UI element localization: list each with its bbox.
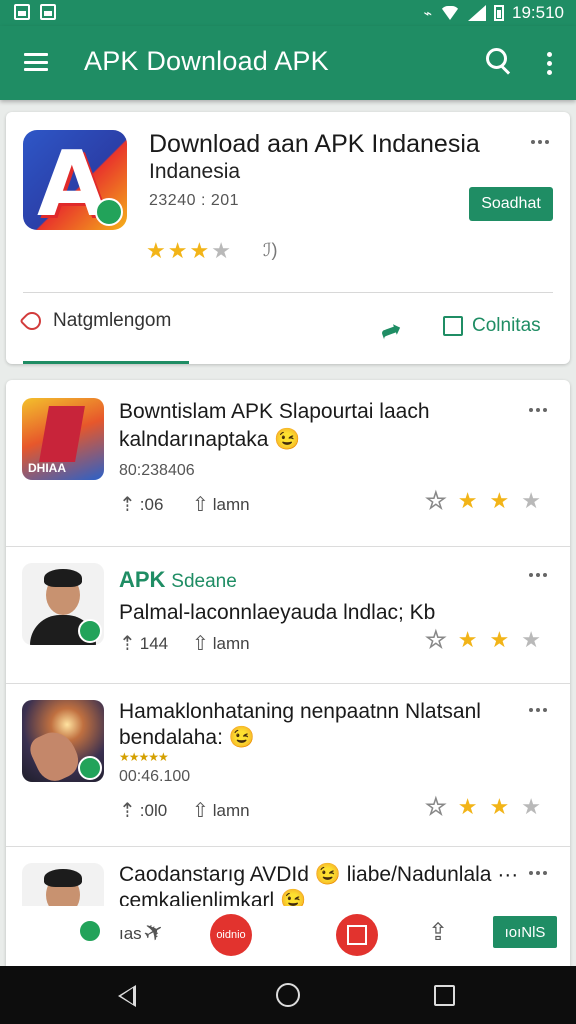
featured-app-icon[interactable]: A bbox=[23, 130, 127, 230]
verified-badge-icon bbox=[95, 198, 123, 226]
tab-indicator bbox=[23, 361, 189, 364]
list-item[interactable]: Hamaklonhataning nenpaatnn Nlatsanl bend… bbox=[6, 684, 570, 846]
download-icon: ⇡ bbox=[119, 633, 136, 655]
star-icon: ★ bbox=[489, 488, 510, 513]
nav-back-icon[interactable] bbox=[118, 985, 136, 1007]
list-item-rating[interactable]: ★ ★ ★ ★ bbox=[425, 488, 541, 513]
list-item-title[interactable]: Hamaklonhataning nenpaatnn Nlatsanl bbox=[119, 700, 481, 724]
red-action-button[interactable]: oidnio bbox=[210, 914, 252, 956]
list-item-subtitle: Palmal-laconnlaeyauda lndlac; Kb bbox=[119, 601, 436, 624]
download-icon: ⇡ bbox=[119, 494, 136, 516]
star-icon: ★ bbox=[457, 794, 478, 819]
verified-badge-icon bbox=[78, 756, 102, 780]
battery-icon bbox=[494, 5, 504, 21]
share-count[interactable]: ⇧ lamn bbox=[192, 492, 250, 517]
wifi-icon bbox=[440, 6, 460, 20]
more-horiz-icon[interactable] bbox=[529, 871, 547, 875]
share-count[interactable]: ⇧ lamn bbox=[192, 798, 250, 823]
download-count: ⇡ :0l0 bbox=[119, 800, 168, 822]
list-item-rating[interactable]: ★ ★ ★ ★ bbox=[425, 627, 541, 652]
star-icon: ★ bbox=[521, 627, 541, 652]
search-icon[interactable] bbox=[486, 48, 512, 75]
featured-rating: ★ ★ ★ ★ bbox=[146, 240, 231, 262]
verified-badge-icon bbox=[78, 919, 102, 943]
gallery-notification-icon bbox=[14, 4, 30, 20]
menu-icon[interactable] bbox=[24, 53, 48, 71]
star-outline-icon[interactable]: ★ bbox=[425, 628, 446, 652]
tab-contents[interactable]: Colnitas bbox=[443, 315, 541, 337]
star-outline-icon[interactable]: ★ bbox=[425, 489, 446, 513]
list-item-title[interactable]: APK Sdeane bbox=[119, 567, 237, 593]
tag-icon bbox=[19, 308, 45, 334]
download-icon: ⇡ bbox=[119, 800, 136, 822]
tab-tags[interactable]: Natgmlengom bbox=[19, 308, 172, 334]
app-bar-title: APK Download APK bbox=[84, 46, 329, 76]
more-horiz-icon[interactable] bbox=[529, 408, 547, 412]
featured-app-card[interactable]: A Download aan APK Indanesia Indanesia 2… bbox=[6, 112, 570, 364]
app-thumbnail[interactable] bbox=[22, 700, 104, 782]
mini-rating: ★★★★★ bbox=[119, 750, 169, 764]
star-icon: ★ bbox=[146, 238, 166, 263]
divider bbox=[23, 292, 553, 293]
list-item-date: 00:46.100 bbox=[119, 768, 191, 785]
list-item[interactable]: APK Sdeane Palmal-laconnlaeyauda lndlac;… bbox=[6, 547, 570, 683]
star-outline-icon[interactable]: ★ bbox=[425, 795, 446, 819]
photo-notification-icon bbox=[40, 4, 56, 20]
app-thumbnail[interactable] bbox=[22, 563, 104, 645]
featured-app-subtitle: Indanesia bbox=[149, 160, 241, 183]
more-horiz-icon[interactable] bbox=[529, 573, 547, 577]
upload-icon: ⇧ bbox=[192, 800, 209, 822]
list-item-date: 80:238406 bbox=[119, 462, 195, 479]
list-item-rating[interactable]: ★ ★ ★ ★ bbox=[425, 794, 541, 819]
list-item-subtitle: bendalaha: 😉 bbox=[119, 726, 255, 749]
bookmark-button[interactable] bbox=[336, 914, 378, 956]
featured-action-button[interactable]: Soadhat bbox=[469, 187, 553, 221]
app-bar: APK Download APK bbox=[0, 26, 576, 100]
list-item-subtitle: kalndarınaptaka 😉 bbox=[119, 428, 301, 451]
star-icon: ★ bbox=[211, 238, 231, 263]
star-icon: ★ bbox=[489, 794, 510, 819]
featured-app-date: 23240 : 201 bbox=[149, 192, 240, 209]
checkbox-icon[interactable] bbox=[443, 316, 463, 336]
system-nav-bar bbox=[0, 966, 576, 1024]
star-icon: ★ bbox=[189, 238, 210, 263]
vibrate-icon: ⌁ bbox=[423, 4, 432, 21]
featured-app-title[interactable]: Download aan APK Indanesia bbox=[149, 130, 480, 159]
verified-badge-icon bbox=[78, 619, 102, 643]
star-icon: ★ bbox=[457, 627, 478, 652]
app-thumbnail[interactable] bbox=[22, 398, 104, 480]
list-item-title[interactable]: Bowntislam APK Slapourtai laach bbox=[119, 400, 430, 424]
list-item[interactable]: Bowntislam APK Slapourtai laach kalndarı… bbox=[6, 380, 570, 546]
download-count: ⇡ :06 bbox=[119, 494, 164, 516]
more-horiz-icon[interactable] bbox=[531, 140, 549, 144]
share-icon[interactable]: ⇪ bbox=[428, 918, 448, 947]
rating-extra: ℐ) bbox=[263, 240, 278, 260]
tab-contents-label: Colnitas bbox=[472, 315, 541, 336]
bookmark-icon bbox=[347, 925, 367, 945]
status-time: 19:510 bbox=[512, 3, 564, 22]
upload-icon: ⇧ bbox=[192, 494, 209, 516]
share-icon[interactable]: ➦ bbox=[375, 312, 406, 349]
star-icon: ★ bbox=[489, 627, 510, 652]
more-horiz-icon[interactable] bbox=[529, 708, 547, 712]
nav-home-icon[interactable] bbox=[276, 983, 300, 1007]
pin-icon[interactable]: ✈ bbox=[138, 915, 170, 950]
star-icon: ★ bbox=[521, 794, 541, 819]
list-item-title[interactable]: Caodanstarıg AVDId 😉 liabe/Nadunlala ··· bbox=[119, 863, 518, 887]
nav-recents-icon[interactable] bbox=[434, 985, 455, 1006]
status-bar: ⌁ 19:510 bbox=[0, 0, 576, 26]
star-icon: ★ bbox=[521, 488, 541, 513]
green-action-button[interactable]: ıoıNlS bbox=[493, 916, 557, 948]
signal-icon bbox=[468, 5, 486, 21]
share-count[interactable]: ⇧ lamn bbox=[192, 631, 250, 656]
star-icon: ★ bbox=[457, 488, 478, 513]
star-icon: ★ bbox=[167, 238, 188, 263]
download-count: ⇡ 144 bbox=[119, 633, 169, 655]
tab-tags-label: Natgmlengom bbox=[53, 310, 172, 331]
app-list: Bowntislam APK Slapourtai laach kalndarı… bbox=[6, 380, 570, 970]
more-vert-icon[interactable] bbox=[547, 52, 553, 79]
upload-icon: ⇧ bbox=[192, 633, 209, 655]
